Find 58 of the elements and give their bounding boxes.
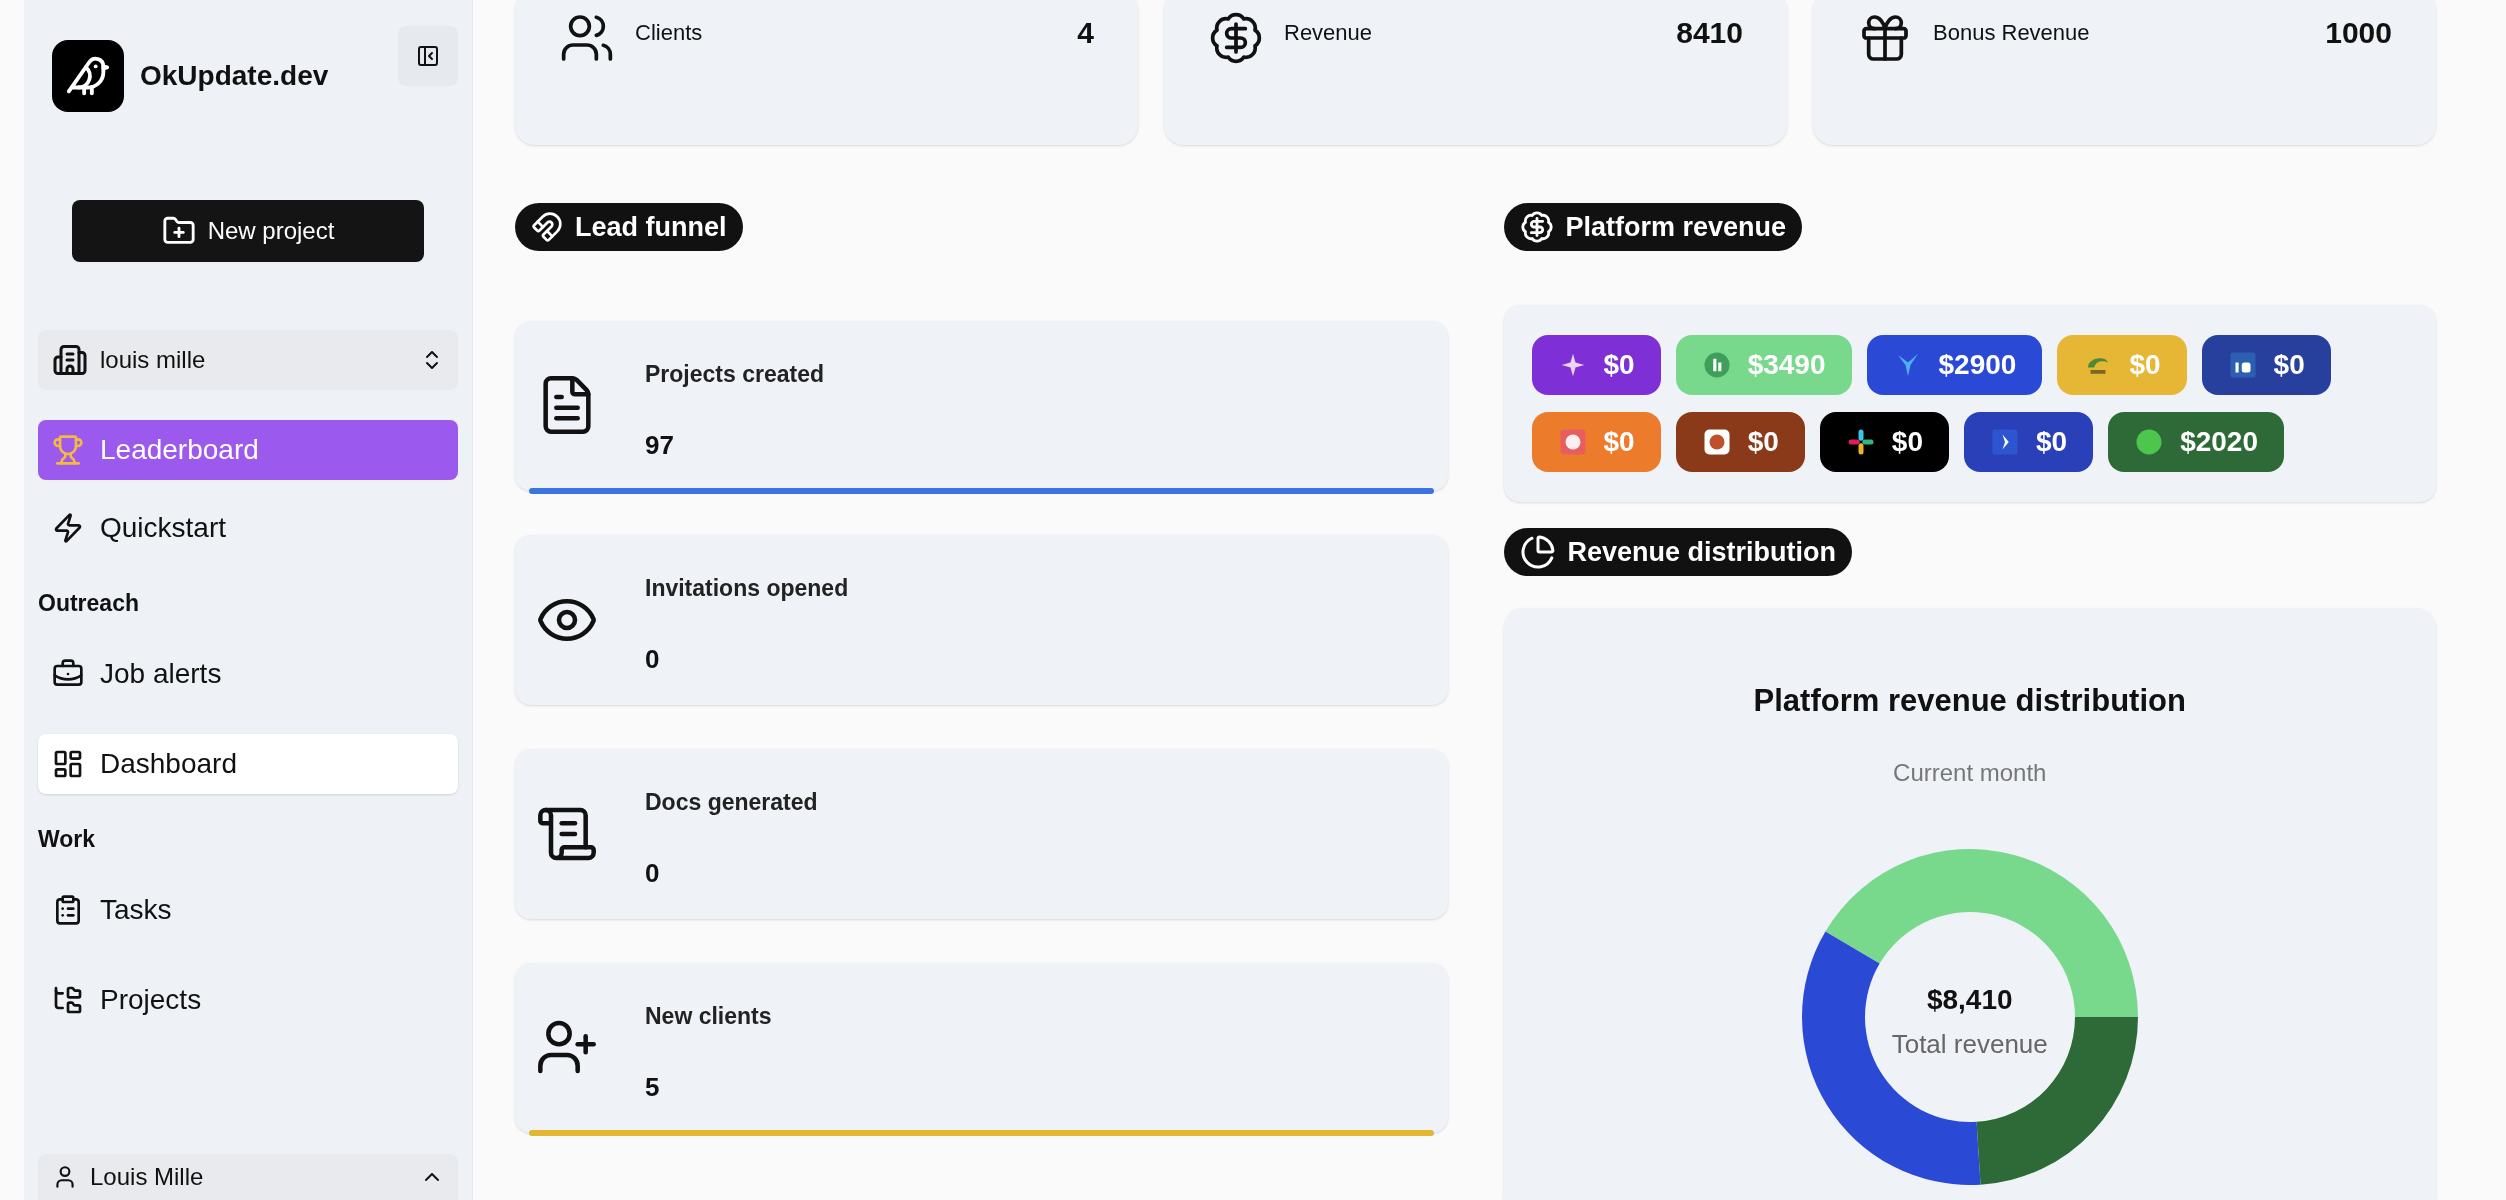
total-label: Total revenue <box>1891 1028 2048 1061</box>
trophy-icon <box>52 434 84 466</box>
metric-label: Invitations opened <box>645 574 849 603</box>
brand-name: OkUpdate.dev <box>140 59 329 93</box>
workspace-selector[interactable]: louis mille <box>38 330 458 390</box>
section-label: Revenue distribution <box>1503 528 1853 576</box>
revenue-chip: $0 <box>1531 412 1661 472</box>
section-heading: Work <box>38 825 97 852</box>
stat-label: Clients <box>635 19 704 47</box>
nav-item[interactable]: Job alerts <box>38 644 458 704</box>
stat-value: 1000 <box>2325 15 2392 51</box>
revenue-chip: $0 <box>1819 412 1949 472</box>
revenue-chip: $0 <box>1675 412 1805 472</box>
revenue-chip: $3490 <box>1675 335 1852 395</box>
metric-value: 97 <box>645 428 675 462</box>
nav-item[interactable]: Leaderboard <box>38 420 458 480</box>
total-value: $8,410 <box>1926 983 2013 1017</box>
layout-icon <box>52 748 84 780</box>
metric-label: Projects created <box>645 360 824 389</box>
stat-label: Bonus Revenue <box>1933 19 2091 47</box>
collapse-sidebar-button[interactable] <box>398 26 458 86</box>
pie-chart-icon <box>1519 534 1556 570</box>
stat-value: 4 <box>1077 15 1094 51</box>
workspace-name: louis mille <box>100 345 207 375</box>
tree-icon <box>52 984 84 1016</box>
revenue-chip: $0 <box>2057 335 2187 395</box>
building-icon <box>52 342 88 378</box>
revenue-chip: $0 <box>1963 412 2094 472</box>
chart-subtitle: Current month <box>1893 757 2047 788</box>
magnet-icon <box>531 211 563 243</box>
revenue-chip: $0 <box>2201 335 2331 395</box>
revenue-chip: $2900 <box>1866 335 2043 395</box>
stat-label: Revenue <box>1284 19 1374 47</box>
logo-icon <box>52 40 124 112</box>
section-label: Lead funnel <box>515 203 743 251</box>
nav-item[interactable]: Dashboard <box>38 734 458 794</box>
lightning-icon <box>52 512 84 544</box>
square-logo-icon <box>1701 427 1732 457</box>
section-label: Platform revenue <box>1503 203 1803 251</box>
section-heading: Outreach <box>38 589 140 616</box>
metric-value: 5 <box>645 1070 661 1104</box>
revenue-chip: $2020 <box>2108 412 2284 472</box>
metric-value: 0 <box>645 642 661 676</box>
nav-item[interactable]: Projects <box>38 970 458 1030</box>
chart-title: Platform revenue distribution <box>1753 682 2186 720</box>
nav-item[interactable]: Quickstart <box>38 498 458 558</box>
dollar-badge-icon <box>1208 10 1264 66</box>
metric-label: Docs generated <box>645 788 818 817</box>
user-menu[interactable]: Louis Mille <box>38 1154 458 1200</box>
sidebar-toggle-icon <box>416 44 440 68</box>
new-project-button[interactable]: New project <box>72 200 424 262</box>
metric-value: 0 <box>645 856 661 890</box>
dollar-badge-icon <box>1519 210 1554 244</box>
stat-value: 8410 <box>1676 15 1743 51</box>
revenue-chip: $0 <box>1531 335 1661 395</box>
user-name: Louis Mille <box>90 1162 205 1192</box>
nav-item[interactable]: Tasks <box>38 880 458 940</box>
metric-label: New clients <box>645 1002 772 1031</box>
